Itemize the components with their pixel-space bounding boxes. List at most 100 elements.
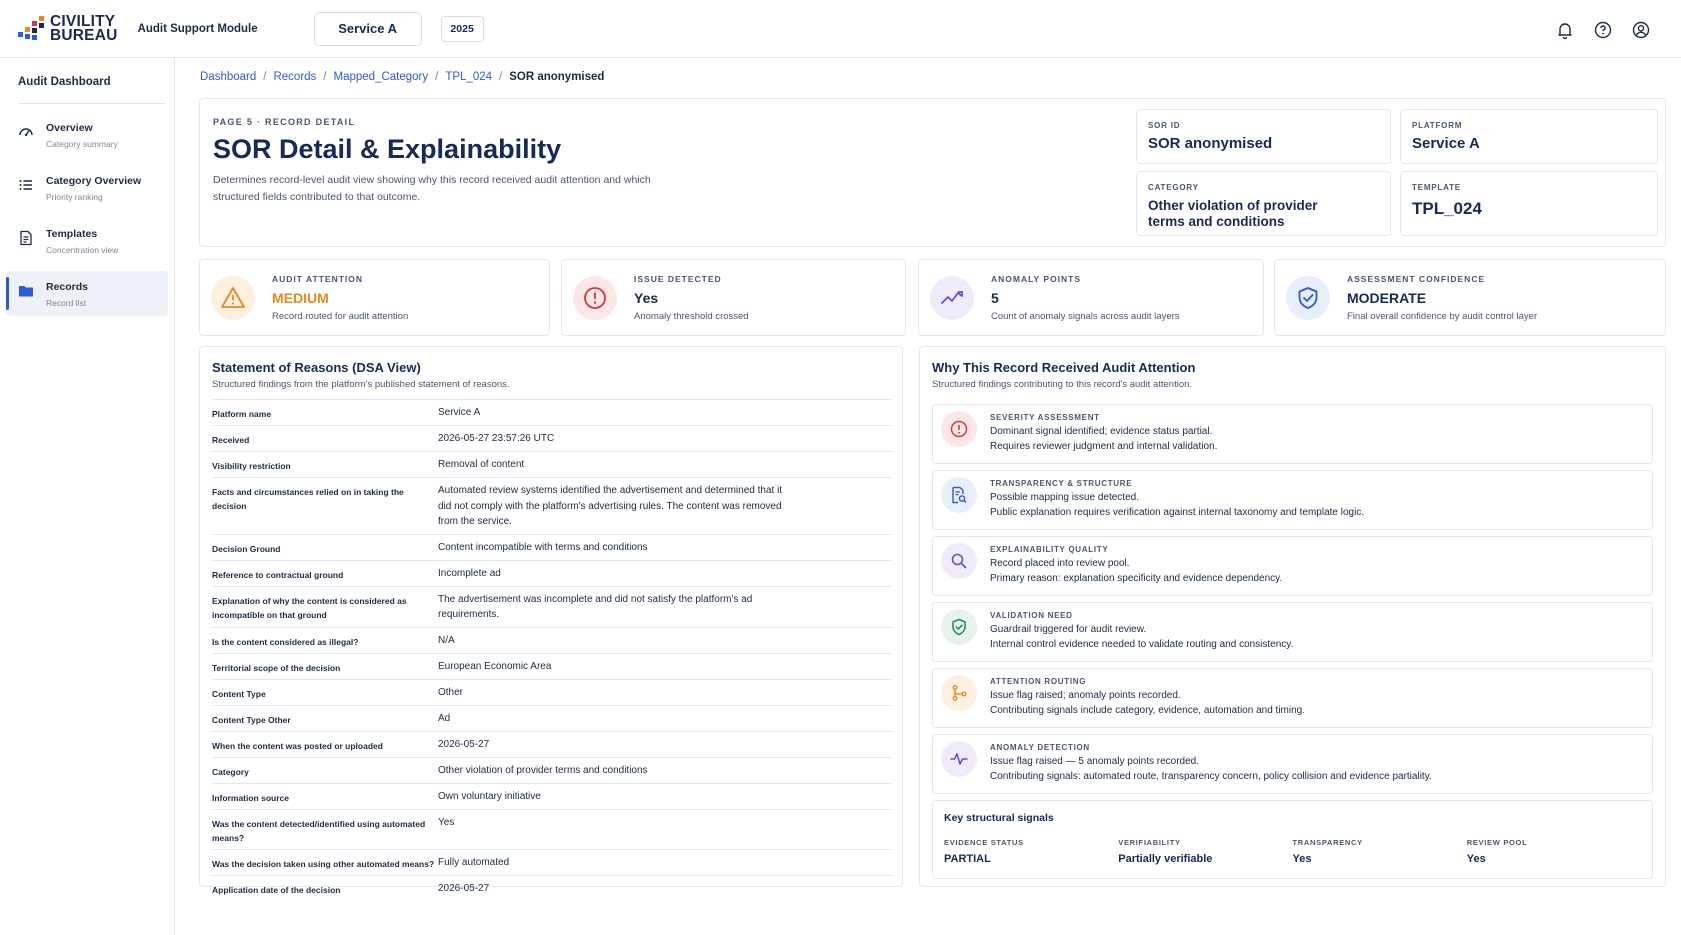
shield-check-icon	[1286, 275, 1330, 320]
signal-transparency: TRANSPARENCY Yes	[1293, 838, 1467, 865]
sor-field-label: Is the content considered as illegal?	[212, 636, 359, 647]
stat-label: ANOMALY POINTS	[991, 273, 1082, 284]
sidebar-item-label: Records	[46, 281, 89, 293]
sor-row: Content Type Other Ad	[212, 705, 892, 731]
stat-issue-detected: ISSUE DETECTED Yes Anomaly threshold cro…	[561, 259, 906, 336]
stat-audit-attention: AUDIT ATTENTION MEDIUM Record routed for…	[199, 259, 550, 336]
sor-field-value: Fully automated	[438, 856, 510, 868]
finding-label: EXPLAINABILITY QUALITY	[990, 545, 1109, 554]
warning-icon	[211, 275, 255, 320]
sor-field-value: Other	[438, 686, 464, 698]
user-icon[interactable]	[1631, 20, 1651, 40]
logo[interactable]: CIVILITY BUREAU	[18, 13, 118, 43]
sidebar-item-overview[interactable]: Overview Category summary	[6, 112, 168, 157]
meta-label: SOR ID	[1148, 121, 1181, 130]
sor-field-label: Platform name	[212, 409, 272, 419]
sor-field-label: Visibility restriction	[212, 461, 291, 471]
breadcrumb-current: SOR anonymised	[509, 71, 605, 83]
trend-icon	[930, 275, 974, 320]
sidebar-item-sub: Concentration view	[46, 245, 119, 255]
finding-validation-need: VALIDATION NEED Guardrail triggered for …	[932, 602, 1653, 662]
breadcrumb-mapped-category[interactable]: Mapped_Category	[334, 71, 429, 83]
sidebar-item-templates[interactable]: Templates Concentration view	[6, 218, 168, 263]
sor-field-label: Content Type Other	[212, 714, 291, 725]
breadcrumb-records[interactable]: Records	[273, 71, 316, 83]
why-title: Why This Record Received Audit Attention	[932, 360, 1196, 375]
sor-field-value: 2026-05-27	[438, 882, 490, 894]
sor-field-label: Received	[212, 435, 250, 445]
alert-circle-icon	[573, 275, 617, 320]
signal-value: Yes	[1292, 853, 1312, 865]
folder-icon	[18, 283, 34, 299]
meta-label: TEMPLATE	[1412, 183, 1461, 192]
finding-line-1: Issue flag raised; anomaly points record…	[990, 690, 1181, 701]
sor-field-value: N/A	[438, 634, 455, 646]
year-selector[interactable]: 2025	[440, 15, 484, 42]
breadcrumb-separator: /	[263, 71, 267, 83]
meta-label: PLATFORM	[1412, 121, 1463, 130]
meta-value: Service A	[1412, 135, 1480, 152]
sor-row: Facts and circumstances relied on in tak…	[212, 477, 892, 535]
service-selector[interactable]: Service A	[313, 11, 422, 46]
finding-line-2: Public explanation requires verification…	[990, 507, 1365, 518]
sidebar-item-label: Templates	[46, 228, 98, 240]
route-icon	[941, 675, 977, 711]
stat-description: Final overall confidence by audit contro…	[1347, 310, 1538, 322]
breadcrumb-separator: /	[435, 71, 439, 83]
meta-value: TPL_024	[1412, 199, 1482, 218]
stat-label: ASSESSMENT CONFIDENCE	[1347, 273, 1486, 284]
sor-row: Is the content considered as illegal? N/A	[212, 627, 892, 653]
stat-value: 5	[991, 289, 999, 306]
finding-label: ATTENTION ROUTING	[990, 677, 1087, 686]
sor-field-value: Service A	[438, 407, 481, 418]
finding-explainability-quality: EXPLAINABILITY QUALITY Record placed int…	[932, 536, 1653, 596]
sor-field-value: Yes	[438, 816, 455, 828]
bell-icon[interactable]	[1555, 20, 1575, 40]
finding-line-2: Contributing signals include category, e…	[990, 705, 1305, 716]
logo-mark-icon	[18, 15, 44, 42]
breadcrumb-separator: /	[499, 71, 503, 83]
pulse-icon	[941, 741, 977, 777]
page-description: Determines record-level audit view showi…	[213, 174, 651, 203]
shield-check-icon	[941, 609, 977, 645]
finding-line-1: Record placed into review pool.	[990, 558, 1130, 569]
breadcrumb-dashboard[interactable]: Dashboard	[200, 71, 256, 83]
sor-field-label: When the content was posted or uploaded	[212, 740, 383, 751]
meta-value: Other violation of provider terms and co…	[1148, 198, 1318, 229]
stat-anomaly-points: ANOMALY POINTS 5 Count of anomaly signal…	[918, 259, 1264, 336]
finding-line-1: Guardrail triggered for audit review.	[990, 624, 1147, 635]
stat-value: Yes	[634, 289, 659, 306]
finding-line-2: Primary reason: explanation specificity …	[990, 573, 1283, 584]
breadcrumb-template[interactable]: TPL_024	[445, 71, 492, 83]
meta-value: SOR anonymised	[1148, 135, 1273, 152]
sidebar-item-category-overview[interactable]: Category Overview Priority ranking	[6, 165, 168, 210]
sor-row: Received 2026-05-27 23:57:26 UTC	[212, 425, 892, 452]
sor-field-label: Was the content detected/identified usin…	[212, 818, 426, 843]
meta-platform: PLATFORM Service A	[1400, 109, 1658, 164]
signal-label: VERIFIABILITY	[1118, 838, 1181, 847]
finding-label: ANOMALY DETECTION	[990, 743, 1090, 752]
finding-line-1: Dominant signal identified; evidence sta…	[990, 426, 1213, 437]
stat-description: Record routed for audit attention	[272, 310, 409, 322]
sidebar-item-label: Category Overview	[46, 175, 142, 187]
help-icon[interactable]	[1593, 20, 1613, 40]
finding-label: SEVERITY ASSESSMENT	[990, 413, 1100, 422]
sor-field-value: Other violation of provider terms and co…	[438, 764, 648, 776]
sidebar-item-sub: Category summary	[46, 139, 118, 149]
sor-field-value: Own voluntary initiative	[438, 790, 541, 802]
sidebar-item-sub: Priority ranking	[46, 192, 103, 202]
statement-of-reasons-card: Statement of Reasons (DSA View) Structur…	[199, 346, 903, 895]
sor-table: Platform name Service A Received 2026-05-27…	[212, 399, 892, 901]
signal-label: EVIDENCE STATUS	[944, 838, 1024, 847]
finding-severity-assessment: SEVERITY ASSESSMENT Dominant signal iden…	[932, 404, 1653, 464]
sor-row: Reference to contractual ground Incomplet…	[212, 560, 892, 586]
sidebar-item-records[interactable]: Records Record list	[6, 271, 168, 316]
sor-field-label: Information source	[212, 792, 289, 803]
sor-field-value: European Economic Area	[438, 660, 552, 672]
finding-line-1: Possible mapping issue detected.	[990, 492, 1139, 503]
sor-row: Content Type Other	[212, 679, 892, 705]
sidebar-title: Audit Dashboard	[18, 76, 111, 88]
sor-subtitle: Structured findings from the platform's …	[212, 379, 510, 390]
stat-value: MEDIUM	[272, 289, 329, 306]
finding-label: TRANSPARENCY & STRUCTURE	[990, 479, 1133, 488]
